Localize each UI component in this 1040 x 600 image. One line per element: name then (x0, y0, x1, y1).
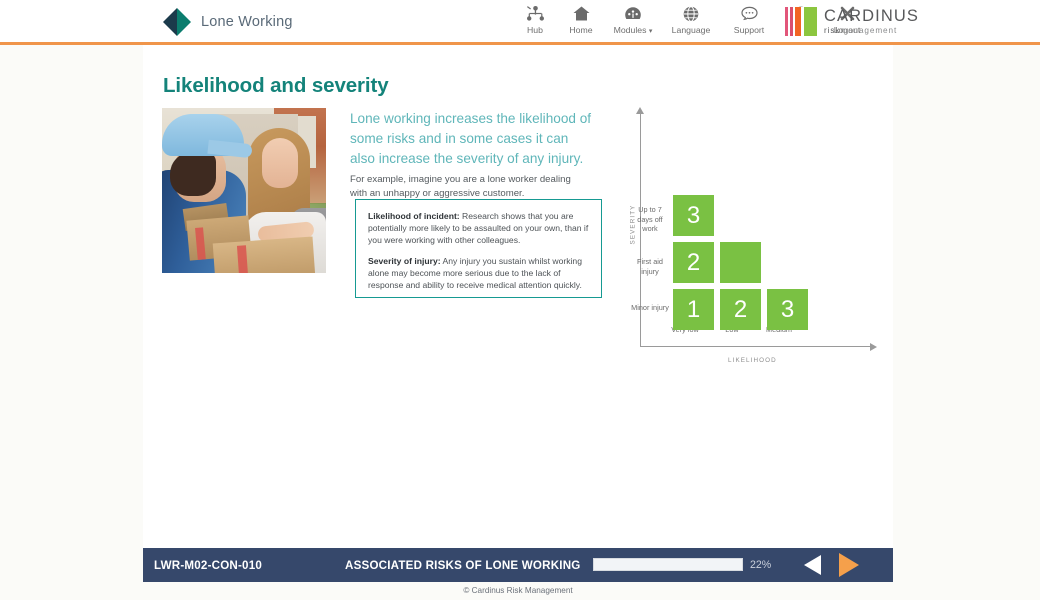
nav-item-modules[interactable]: Modules ▾ (604, 5, 662, 35)
matrix-cell: 3 (673, 195, 714, 236)
nav-item-language[interactable]: Language (662, 5, 720, 35)
lesson-photo (162, 108, 326, 273)
next-slide-button[interactable] (839, 553, 859, 577)
lesson-footer-bar: LWR-M02-CON-010 ASSOCIATED RISKS OF LONE… (143, 548, 893, 582)
callout-paragraph-severity: Severity of injury: Any injury you susta… (368, 255, 582, 291)
matrix-cell (720, 242, 761, 283)
content-panel: Likelihood and severity Lone working inc… (143, 45, 893, 582)
matrix-cell: 3 (767, 289, 808, 330)
matrix-cell: 2 (720, 289, 761, 330)
home-icon (573, 5, 590, 22)
previous-slide-button[interactable] (804, 555, 821, 575)
x-axis-arrow-icon (870, 342, 877, 351)
nav-label-modules: Modules ▾ (613, 25, 653, 35)
page-title: Likelihood and severity (163, 74, 389, 97)
nav-label-home: Home (569, 25, 593, 35)
matrix-cell: 1 (673, 289, 714, 330)
intro-paragraph: Lone working increases the likelihood of… (350, 111, 592, 166)
diamond-logo-icon (163, 8, 191, 36)
globe-icon (683, 5, 699, 22)
callout-paragraph-likelihood: Likelihood of incident: Research shows t… (368, 211, 589, 246)
course-title: Lone Working (201, 14, 293, 30)
cardinus-logo: CARDINUS riskmanagement (785, 7, 919, 36)
nav-item-home[interactable]: Home (558, 5, 604, 35)
cardinus-tagline: riskmanagement (824, 25, 898, 35)
nav-label-hub: Hub (527, 25, 543, 35)
nav-label-support: Support (733, 25, 765, 35)
sitemap-icon (526, 5, 544, 22)
chevron-down-icon: ▾ (648, 28, 653, 35)
x-axis-label: LIKELIHOOD (728, 357, 777, 364)
cardinus-wordmark: CARDINUS (824, 7, 919, 26)
elearning-page: Lone Working Hub Home Modules ▾ Language… (0, 0, 1040, 600)
chat-bubble-icon (740, 5, 758, 22)
info-callout-box: Likelihood of incident: Research shows t… (355, 199, 602, 298)
example-paragraph: For example, imagine you are a lone work… (350, 174, 571, 199)
lesson-code: LWR-M02-CON-010 (154, 558, 263, 572)
callout-lead-severity: Severity of injury: (368, 255, 441, 266)
progress-percent-label: 22% (750, 559, 772, 571)
cardinus-bars-icon (785, 7, 817, 36)
nav-item-hub[interactable]: Hub (512, 5, 558, 35)
course-brand: Lone Working (163, 8, 293, 36)
row-label-first-aid-injury: First aid injury (637, 257, 663, 276)
copyright-notice: © Cardinus Risk Management (463, 586, 573, 595)
nav-label-language: Language (671, 25, 711, 35)
progress-bar[interactable] (593, 558, 743, 571)
module-title: ASSOCIATED RISKS OF LONE WORKING (345, 558, 581, 572)
callout-lead-likelihood: Likelihood of incident: (368, 211, 460, 221)
matrix-cell: 2 (673, 242, 714, 283)
y-axis-arrow-icon (636, 107, 644, 114)
x-axis-line (640, 346, 872, 347)
nav-item-support[interactable]: Support (720, 5, 778, 35)
row-label-minor-injury: Minor injury (631, 303, 669, 312)
top-navigation-bar: Lone Working Hub Home Modules ▾ Language… (0, 0, 1040, 45)
row-label-up-to-7-days-off-work: Up to 7 days off work (637, 205, 663, 234)
dashboard-icon (624, 5, 642, 22)
risk-matrix-chart: SEVERITY LIKELIHOOD Minor injury First a… (630, 107, 880, 364)
